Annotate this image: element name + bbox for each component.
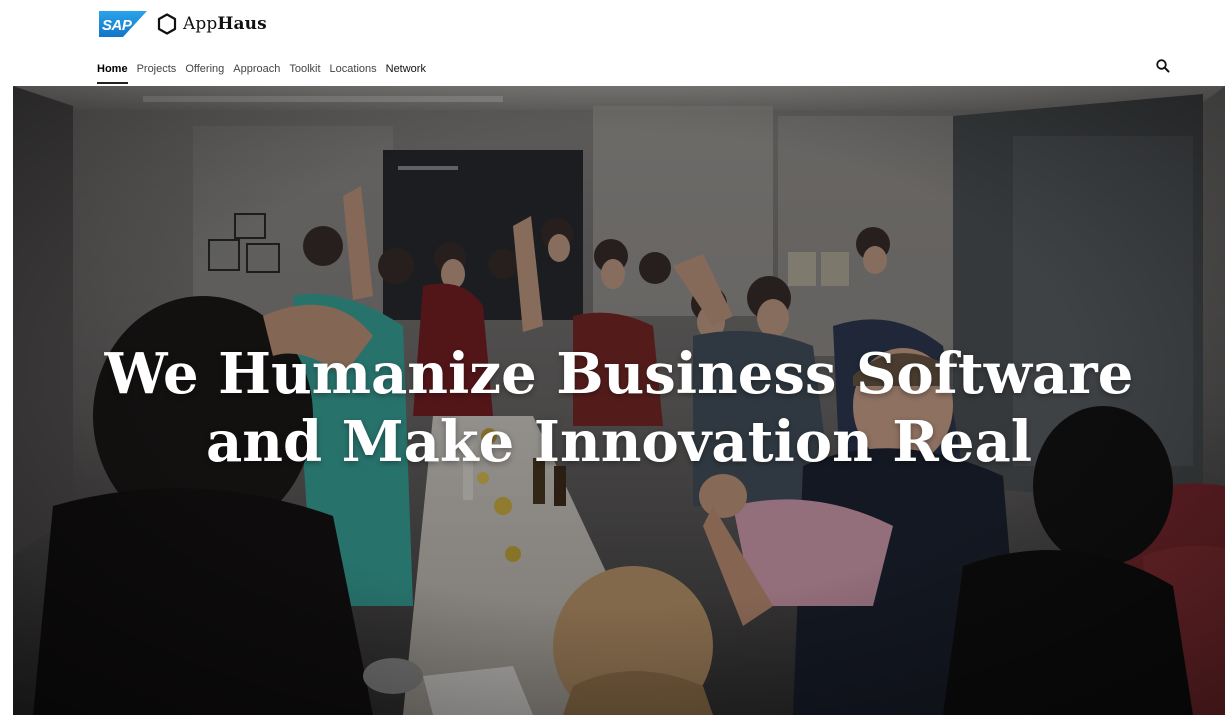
- nav-item-approach[interactable]: Approach: [233, 63, 280, 75]
- hero-title-line-1: We Humanize Business Software: [104, 341, 1134, 407]
- apphaus-wordmark: AppHaus: [183, 14, 267, 34]
- apphaus-prefix: App: [183, 14, 218, 34]
- sap-logo[interactable]: SAP: [99, 11, 147, 37]
- apphaus-suffix: Haus: [217, 14, 267, 34]
- main-nav: Home Projects Offering Approach Toolkit …: [97, 59, 435, 84]
- nav-item-toolkit[interactable]: Toolkit: [289, 63, 320, 75]
- nav-item-network[interactable]: Network: [386, 63, 426, 75]
- hero-title-line-2: and Make Innovation Real: [205, 409, 1033, 475]
- hero-title: We Humanize Business Software and Make I…: [13, 340, 1225, 476]
- nav-item-home[interactable]: Home: [97, 63, 128, 84]
- page: SAP AppHaus Home Projects Offering Appro…: [0, 0, 1225, 715]
- nav-item-projects[interactable]: Projects: [137, 63, 177, 75]
- nav-item-offering[interactable]: Offering: [185, 63, 224, 75]
- apphaus-logo[interactable]: AppHaus: [157, 13, 267, 35]
- hexagon-icon: [157, 13, 177, 35]
- search-icon: [1156, 59, 1170, 73]
- nav-item-locations[interactable]: Locations: [330, 63, 377, 75]
- hero-banner: We Humanize Business Software and Make I…: [13, 86, 1225, 715]
- brand[interactable]: SAP AppHaus: [99, 10, 267, 38]
- sap-logo-text: SAP: [102, 17, 133, 34]
- search-button[interactable]: [1155, 58, 1171, 74]
- site-header: SAP AppHaus Home Projects Offering Appro…: [0, 0, 1225, 86]
